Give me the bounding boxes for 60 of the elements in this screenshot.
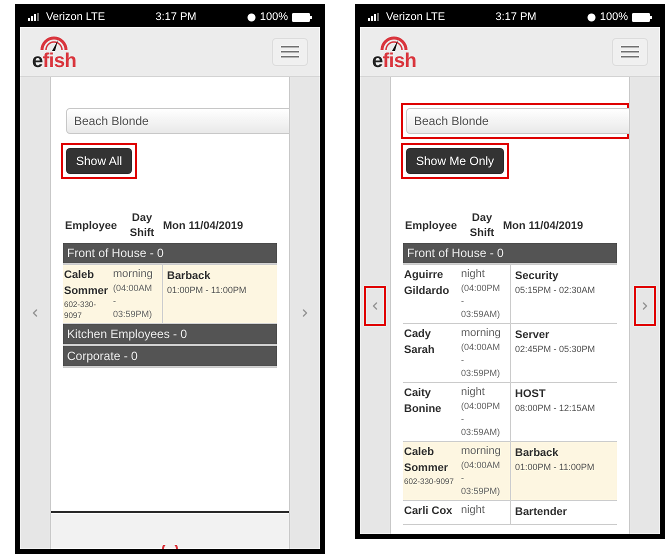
position-name: Security xyxy=(515,269,558,284)
phone-number: 602-330-9097 xyxy=(64,299,98,321)
logo-text: efish xyxy=(372,50,416,70)
group-header: Front of House - 0 xyxy=(63,243,277,265)
column-header: Mon 11/04/2019 xyxy=(502,218,584,234)
employee-name: Caity Bonine xyxy=(404,386,442,417)
column-header: Mon 11/04/2019 xyxy=(162,218,244,234)
shift-hours: (04:00AM - 03:59PM) xyxy=(113,282,154,321)
filter-button[interactable]: Show All xyxy=(66,148,132,174)
column-header: Day Shift xyxy=(468,211,496,241)
menu-icon xyxy=(621,46,639,58)
position-name: Server xyxy=(515,328,550,343)
filter-button[interactable]: Show Me Only xyxy=(406,148,504,174)
menu-button[interactable] xyxy=(272,38,308,66)
position-hours: 02:45PM - 05:30PM xyxy=(515,343,596,356)
shift-hours: (04:00AM - 03:59PM) xyxy=(461,341,502,380)
position-name: Bartender xyxy=(515,505,567,520)
logo-text: efish xyxy=(32,50,76,70)
signal-icon xyxy=(368,13,382,21)
employee-name: Carli Cox xyxy=(404,504,454,519)
carrier-text: Verizon LTE xyxy=(46,10,106,25)
battery-icon xyxy=(632,12,652,22)
shift-hours: (04:00AM - 03:59PM) xyxy=(461,459,502,498)
column-header: Employee xyxy=(64,218,118,234)
group-header: Front of House - 0 xyxy=(403,243,617,265)
position-hours: 08:00PM - 12:15AM xyxy=(515,402,596,415)
shift-name: morning xyxy=(461,326,502,341)
clock-text: 3:17 PM xyxy=(156,10,196,25)
shift-name: night xyxy=(461,267,486,282)
position-name: Barback xyxy=(167,269,210,284)
column-header: Day Shift xyxy=(128,211,156,241)
carrier-text: Verizon LTE xyxy=(386,10,446,25)
shift-hours: (04:00PM - 03:59AM) xyxy=(461,400,502,439)
signal-icon xyxy=(28,13,42,21)
shift-name: night xyxy=(461,385,486,400)
employee-select[interactable]: Beach Blonde xyxy=(66,108,289,134)
employee-name: Caleb Sommer xyxy=(404,445,450,476)
phone-number: 602-330-9097 xyxy=(404,476,455,487)
position-hours: 01:00PM - 11:00PM xyxy=(515,461,594,474)
column-header: Employee xyxy=(404,218,458,234)
position-name: Barback xyxy=(515,446,558,461)
shift-name: morning xyxy=(113,267,154,282)
battery-text: 100% xyxy=(260,10,288,25)
position-hours: 01:00PM - 11:00PM xyxy=(167,284,246,297)
battery-text: 100% xyxy=(600,10,628,25)
battery-icon xyxy=(292,12,312,22)
group-header: Corporate - 0 xyxy=(63,346,277,368)
position-hours: 05:15PM - 02:30AM xyxy=(515,284,596,297)
position-name: HOST xyxy=(515,387,546,402)
shift-name: morning xyxy=(461,444,502,459)
clock-text: 3:17 PM xyxy=(496,10,536,25)
employee-name: Cady Sarah xyxy=(404,327,436,358)
employee-name: Aguirre Gildardo xyxy=(404,268,450,299)
menu-icon xyxy=(281,46,299,58)
employee-select[interactable]: Beach Blonde xyxy=(406,108,629,134)
menu-button[interactable] xyxy=(612,38,648,66)
group-header: Kitchen Employees - 0 xyxy=(63,324,277,346)
shift-hours: (04:00PM - 03:59AM) xyxy=(461,282,502,321)
employee-name: Caleb Sommer xyxy=(64,268,110,299)
shift-name: night xyxy=(461,503,486,518)
